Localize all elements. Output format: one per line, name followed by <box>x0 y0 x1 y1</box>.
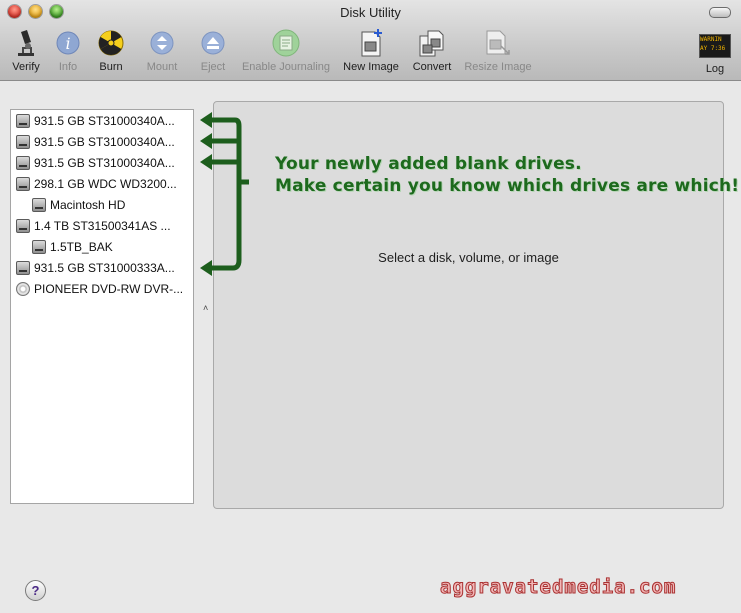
disk-item[interactable]: 298.1 GB WDC WD3200... <box>11 174 198 194</box>
splitter-handle[interactable]: ˄ <box>203 303 208 313</box>
disk-item[interactable]: 1.4 TB ST31500341AS ... <box>11 216 198 236</box>
log-icon: WARNIN AY 7:36 <box>699 34 731 58</box>
log-button[interactable]: WARNIN AY 7:36 Log <box>698 28 732 75</box>
hard-disk-icon <box>16 219 30 233</box>
volume-icon <box>32 240 46 254</box>
info-button[interactable]: i Info <box>52 28 84 73</box>
hard-disk-icon <box>16 177 30 191</box>
disk-item[interactable]: 931.5 GB ST31000333A... <box>11 258 198 278</box>
hard-disk-icon <box>16 156 30 170</box>
optical-drive-item[interactable]: PIONEER DVD-RW DVR-... <box>11 279 198 299</box>
info-icon: i <box>53 28 83 58</box>
resize-image-button[interactable]: Resize Image <box>462 28 534 73</box>
journaling-icon <box>271 28 301 58</box>
hard-disk-icon <box>16 135 30 149</box>
hard-disk-icon <box>16 261 30 275</box>
burn-button[interactable]: Burn <box>95 28 127 73</box>
resize-image-icon <box>483 28 513 58</box>
volume-icon <box>32 198 46 212</box>
disk-list[interactable]: 931.5 GB ST31000340A... 931.5 GB ST31000… <box>10 109 194 504</box>
hard-disk-icon <box>16 114 30 128</box>
annotation-bracket-arrows <box>200 112 249 276</box>
annotation-line-1: Your newly added blank drives. <box>275 154 582 174</box>
toolbar-toggle-button[interactable] <box>709 7 731 18</box>
toolbar: Disk Utility Verify i Info Burn Mount Ej… <box>0 0 741 81</box>
convert-button[interactable]: Convert <box>410 28 454 73</box>
mount-button[interactable]: Mount <box>142 28 182 73</box>
enable-journaling-button[interactable]: Enable Journaling <box>238 28 334 73</box>
microscope-icon <box>11 28 41 58</box>
help-button[interactable]: ? <box>25 580 46 601</box>
annotation-line-2: Make certain you know which drives are w… <box>275 176 740 196</box>
convert-icon <box>417 28 447 58</box>
eject-icon <box>198 28 228 58</box>
disk-item[interactable]: 931.5 GB ST31000340A... <box>11 132 198 152</box>
eject-button[interactable]: Eject <box>196 28 230 73</box>
new-image-icon <box>356 28 386 58</box>
volume-item[interactable]: Macintosh HD <box>11 195 214 215</box>
mount-icon <box>147 28 177 58</box>
disk-item[interactable]: 931.5 GB ST31000340A... <box>11 111 198 131</box>
new-image-button[interactable]: New Image <box>341 28 401 73</box>
verify-button[interactable]: Verify <box>8 28 44 73</box>
empty-state-message: Select a disk, volume, or image <box>378 250 559 265</box>
optical-disc-icon <box>16 282 30 296</box>
svg-text:i: i <box>65 34 70 53</box>
burn-icon <box>96 28 126 58</box>
disk-utility-window: Disk Utility Verify i Info Burn Mount Ej… <box>0 0 741 613</box>
volume-item[interactable]: 1.5TB_BAK <box>11 237 214 257</box>
disk-item[interactable]: 931.5 GB ST31000340A... <box>11 153 198 173</box>
watermark-logo: aggravatedmedia.com <box>439 576 677 599</box>
window-title: Disk Utility <box>340 5 401 20</box>
